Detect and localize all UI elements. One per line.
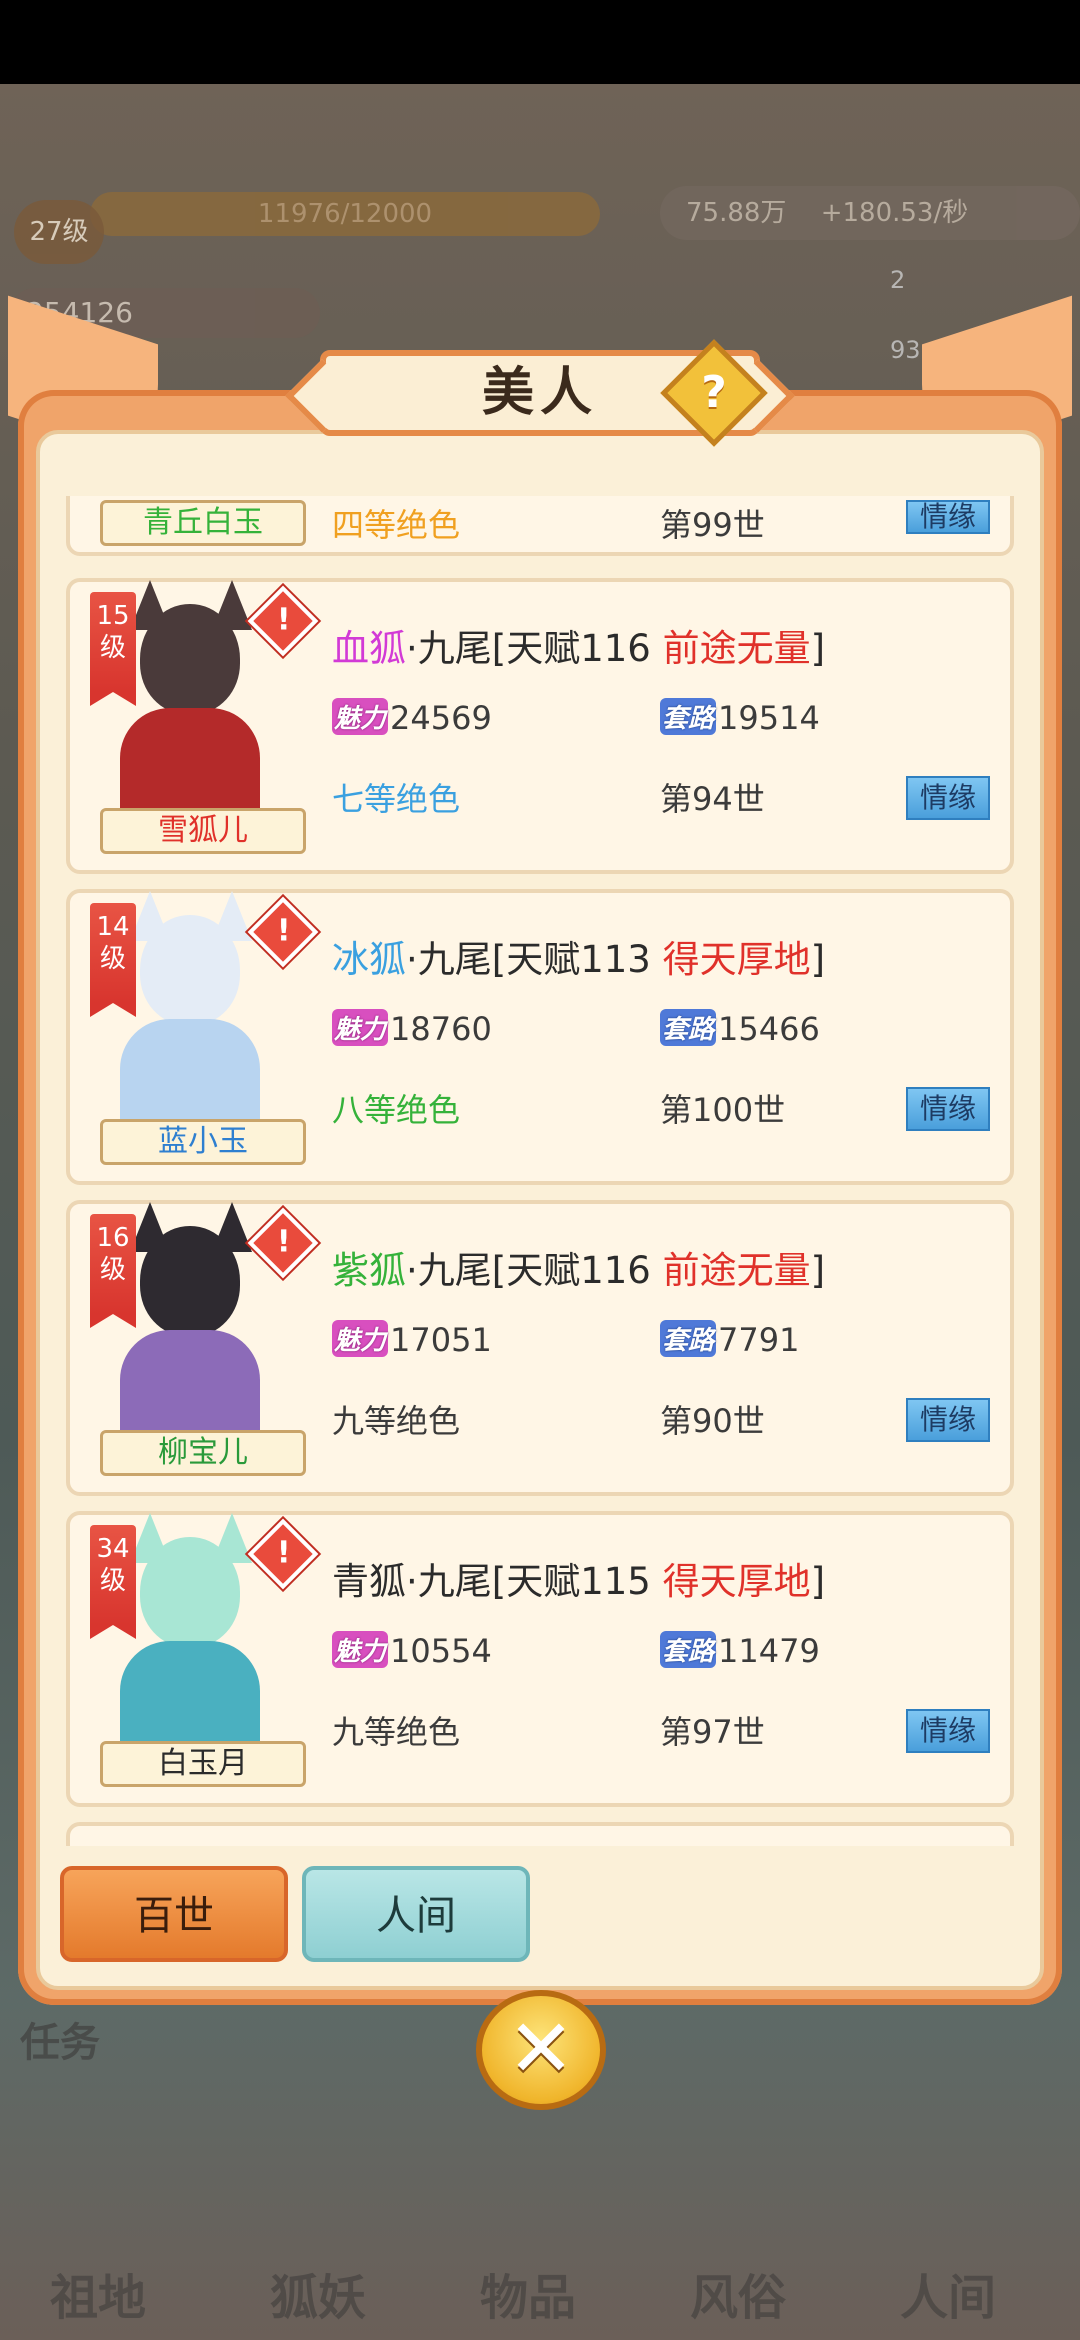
title-mid: ·九尾[天赋113 [406,938,663,981]
talent-desc: 前途无量 [662,1249,811,1292]
skill-value: 11479 [718,1632,820,1670]
charm-value: 24569 [390,699,492,737]
fox-race: 紫狐 [332,1249,406,1292]
skill-stat: 套路 7791 [660,1320,799,1359]
level-ribbon: 16级 [90,1214,136,1328]
beauty-title: 紫狐·九尾[天赋116 前途无量] [332,1240,825,1294]
beauty-generation: 第100世 [660,1091,786,1129]
close-icon: ✕ [507,2002,575,2095]
title-mid: ·九尾[天赋115 [406,1560,663,1603]
nav-huyao: 狐妖 [270,2270,367,2326]
beauty-name: 青丘白玉 [100,500,306,546]
beauty-card[interactable]: 14级 ! 蓝小玉 冰狐·九尾[天赋113 得天厚地] 魅力 18760 套路 15… [66,889,1014,1185]
beauty-card-partial[interactable]: 青丘白玉 四等绝色 第99世 情缘 [66,496,1014,556]
skill-stat: 套路 11479 [660,1631,820,1670]
skill-stat: 套路 15466 [660,1009,820,1048]
beauty-card[interactable]: 34级 ! 白玉月 青狐·九尾[天赋115 得天厚地] 魅力 10554 套路 11… [66,1511,1014,1807]
portrait-head [140,1226,240,1336]
skill-value: 19514 [718,699,820,737]
title-end: ] [810,1249,826,1292]
charm-icon: 魅力 [332,1009,389,1046]
romance-button[interactable]: 情缘 [906,1398,990,1442]
beauty-generation: 第94世 [660,780,765,818]
status-bar [0,0,1080,84]
fox-race: 冰狐 [332,938,406,981]
talent-desc: 得天厚地 [662,1560,811,1603]
nav-renjian: 人间 [900,2270,997,2326]
portrait-head [140,915,240,1025]
nav-zudi: 祖地 [50,2270,147,2326]
charm-value: 10554 [390,1632,492,1670]
portrait-head [140,1537,240,1647]
level-ribbon: 14级 [90,903,136,1017]
fox-race: 青狐 [332,1560,406,1603]
resource-bar: 75.88万 +180.53/秒 [660,186,1080,240]
help-icon: ? [701,367,727,418]
romance-button[interactable]: 情缘 [906,1709,990,1753]
beauty-grade: 八等绝色 [332,1091,461,1129]
beauty-title: 血狐·九尾[天赋116 前途无量] [332,618,825,672]
resource-amount: 75.88万 [686,198,787,228]
title-mid: ·九尾[天赋116 [406,1249,663,1292]
beauty-grade: 九等绝色 [332,1402,461,1440]
beauty-name: 蓝小玉 [100,1119,306,1165]
charm-icon: 魅力 [332,698,389,735]
charm-stat: 魅力 17051 [332,1320,492,1359]
skill-value: 15466 [718,1010,820,1048]
close-button[interactable]: ✕ [476,1990,606,2110]
beauty-title: 青狐·九尾[天赋115 得天厚地] [332,1551,825,1605]
charm-value: 17051 [390,1321,492,1359]
title-mid: ·九尾[天赋116 [406,627,663,670]
nav-fengsu: 风俗 [690,2270,787,2326]
beauty-card[interactable]: 15级 ! 雪狐儿 血狐·九尾[天赋116 前途无量] 魅力 24569 套路 19… [66,578,1014,874]
charm-stat: 魅力 18760 [332,1009,492,1048]
beauty-grade: 七等绝色 [332,780,461,818]
beauty-generation: 第97世 [660,1713,765,1751]
task-label: 任务 [20,2020,100,2066]
skill-stat: 套路 19514 [660,698,820,737]
fox-race: 血狐 [332,627,406,670]
romance-button[interactable]: 情缘 [906,776,990,820]
romance-button[interactable]: 情缘 [906,1087,990,1131]
romance-button[interactable]: 情缘 [906,500,990,534]
side-count-1: 2 [890,266,906,294]
skill-value: 7791 [718,1321,800,1359]
charm-stat: 魅力 24569 [332,698,492,737]
skill-icon: 套路 [660,1320,717,1357]
title-end: ] [810,627,826,670]
beauty-title: 冰狐·九尾[天赋113 得天厚地] [332,929,825,983]
charm-value: 18760 [390,1010,492,1048]
talent-desc: 前途无量 [662,627,811,670]
charm-icon: 魅力 [332,1631,389,1668]
beauty-grade: 四等绝色 [332,506,461,544]
resource-rate: +180.53/秒 [820,198,969,228]
skill-icon: 套路 [660,698,717,735]
beauty-grade: 九等绝色 [332,1713,461,1751]
talent-desc: 得天厚地 [662,938,811,981]
tab-baishi[interactable]: 百世 [60,1866,288,1962]
level-ribbon: 34级 [90,1525,136,1639]
nav-wupin: 物品 [480,2270,577,2326]
portrait-head [140,604,240,714]
charm-icon: 魅力 [332,1320,389,1357]
title-end: ] [810,1560,826,1603]
level-ribbon: 15级 [90,592,136,706]
beauty-card-partial[interactable] [66,1822,1014,1846]
side-count-2: 93 [890,336,921,364]
exp-bar: 11976/12000 [90,192,600,236]
dialog-title: 美人 [481,362,598,423]
beauty-generation: 第90世 [660,1402,765,1440]
skill-icon: 套路 [660,1009,717,1046]
beauty-name: 白玉月 [100,1741,306,1787]
charm-stat: 魅力 10554 [332,1631,492,1670]
beauty-generation: 第99世 [660,506,765,544]
tab-renjian[interactable]: 人间 [302,1866,530,1962]
beauty-name: 柳宝儿 [100,1430,306,1476]
beauty-list[interactable]: 青丘白玉 四等绝色 第99世 情缘 15级 ! 雪狐儿 血狐·九尾[天赋116 … [60,496,1020,1846]
beauty-card[interactable]: 16级 ! 柳宝儿 紫狐·九尾[天赋116 前途无量] 魅力 17051 套路 77… [66,1200,1014,1496]
skill-icon: 套路 [660,1631,717,1668]
player-level-badge: 27级 [14,200,104,264]
beauty-name: 雪狐儿 [100,808,306,854]
title-end: ] [810,938,826,981]
